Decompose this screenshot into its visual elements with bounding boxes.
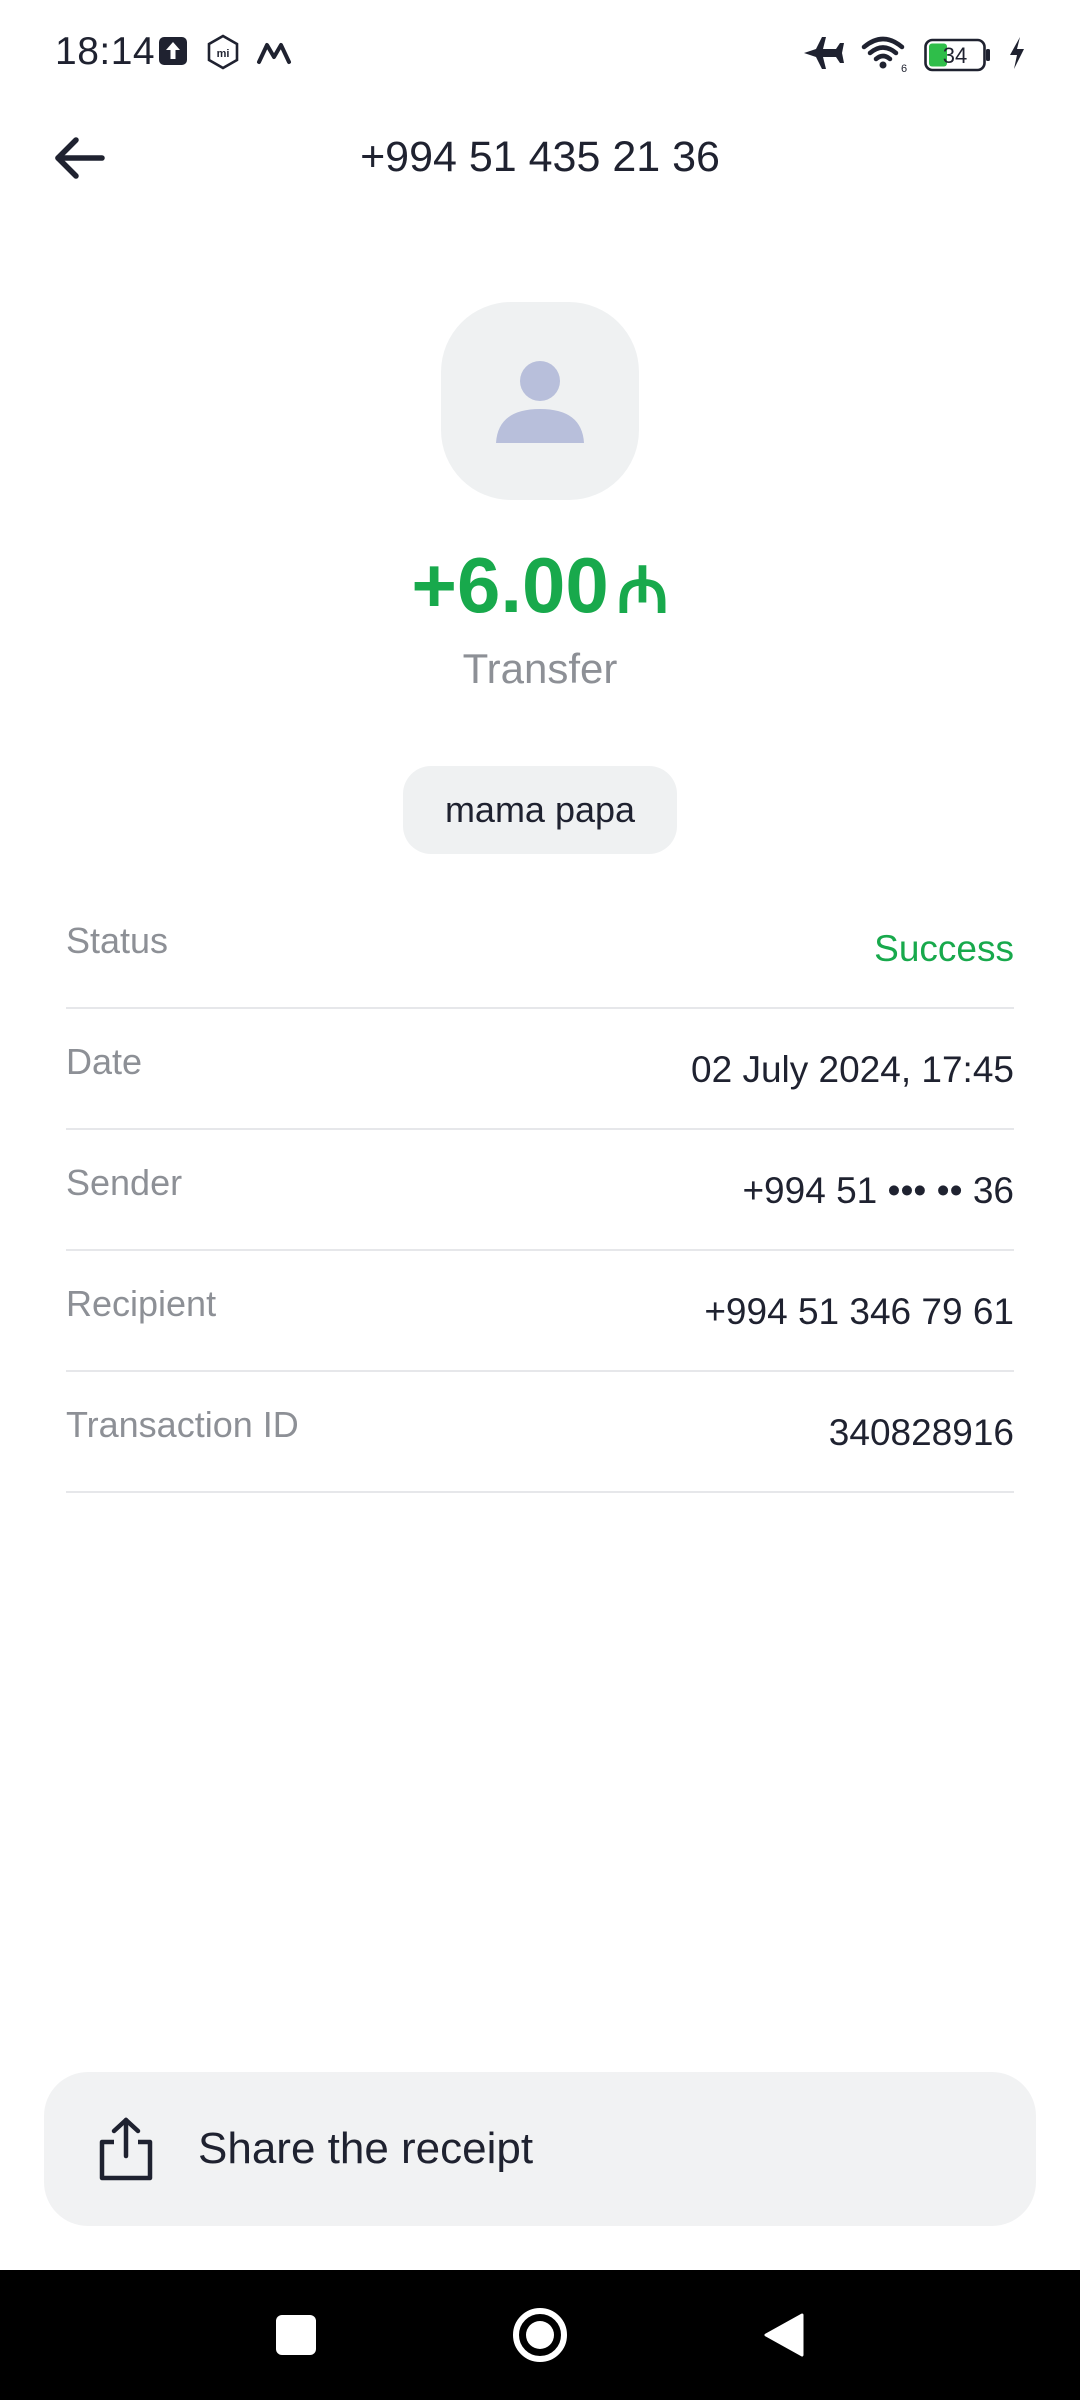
currency-symbol: ₼ bbox=[616, 554, 669, 626]
transaction-details-screen: 18:14 mi 6 34 +994 51 435 21 36 +6.00 ₼ … bbox=[0, 0, 1080, 2400]
person-icon bbox=[496, 361, 584, 443]
amount-value: +6.00 bbox=[411, 541, 609, 629]
charging-icon bbox=[1006, 35, 1028, 76]
recents-button[interactable] bbox=[236, 2270, 356, 2400]
status-time: 18:14 bbox=[55, 30, 156, 73]
battery-level: 34 bbox=[942, 43, 968, 68]
transaction-amount: +6.00 ₼ bbox=[0, 540, 1080, 631]
system-back-button[interactable] bbox=[724, 2270, 844, 2400]
page-title: +994 51 435 21 36 bbox=[360, 133, 720, 181]
detail-row-status: Status Success bbox=[66, 888, 1014, 1009]
battery-icon: 34 bbox=[924, 38, 992, 72]
detail-label: Recipient bbox=[66, 1283, 217, 1324]
detail-row-date: Date 02 July 2024, 17:45 bbox=[66, 1009, 1014, 1130]
transaction-note-chip: mama papa bbox=[403, 766, 677, 854]
status-value: Success bbox=[874, 928, 1014, 969]
recents-square-icon bbox=[276, 2315, 316, 2355]
status-bar: 18:14 mi 6 34 bbox=[0, 0, 1080, 110]
svg-text:mi: mi bbox=[217, 48, 230, 60]
airplane-icon bbox=[802, 33, 846, 78]
home-button[interactable] bbox=[480, 2270, 600, 2400]
avatar bbox=[441, 302, 639, 500]
detail-label: Transaction ID bbox=[66, 1404, 299, 1445]
detail-row-recipient: Recipient +994 51 346 79 61 bbox=[66, 1251, 1014, 1372]
detail-row-transaction-id: Transaction ID 340828916 bbox=[66, 1372, 1014, 1493]
detail-label: Date bbox=[66, 1041, 143, 1082]
upload-notification-icon bbox=[158, 36, 188, 71]
date-value: 02 July 2024, 17:45 bbox=[691, 1049, 1014, 1090]
share-receipt-button[interactable]: Share the receipt bbox=[44, 2072, 1036, 2226]
detail-row-sender: Sender +994 51 ••• •• 36 bbox=[66, 1130, 1014, 1251]
recipient-value: +994 51 346 79 61 bbox=[704, 1291, 1014, 1332]
svg-text:6: 6 bbox=[901, 63, 907, 73]
sender-value: +994 51 ••• •• 36 bbox=[742, 1170, 1014, 1211]
details-list: Status Success Date 02 July 2024, 17:45 … bbox=[66, 888, 1014, 1493]
home-circle-icon bbox=[513, 2308, 567, 2362]
wifi-icon: 6 bbox=[860, 33, 910, 78]
detail-label: Status bbox=[66, 920, 169, 961]
share-receipt-label: Share the receipt bbox=[198, 2124, 534, 2173]
mi-icon: mi bbox=[206, 34, 240, 75]
transaction-type: Transfer bbox=[462, 645, 618, 692]
status-right-group: 6 34 bbox=[802, 32, 1028, 78]
detail-label: Sender bbox=[66, 1162, 183, 1203]
back-triangle-icon bbox=[764, 2313, 804, 2357]
system-nav-bar bbox=[0, 2270, 1080, 2400]
m-app-icon bbox=[256, 40, 292, 71]
transaction-id-value: 340828916 bbox=[828, 1412, 1014, 1453]
share-icon bbox=[99, 2117, 153, 2181]
